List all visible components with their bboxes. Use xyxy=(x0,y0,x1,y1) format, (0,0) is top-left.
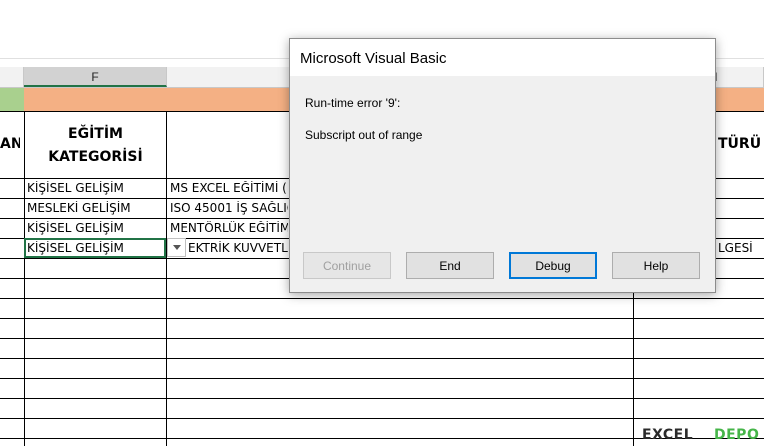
green-band-cell xyxy=(0,88,24,111)
column-header-e[interactable] xyxy=(0,67,24,87)
watermark-part1: EXCEL xyxy=(642,427,694,443)
cell-training[interactable]: EKTRİK KUVVETLİ xyxy=(188,241,288,255)
continue-button[interactable]: Continue xyxy=(303,252,391,279)
watermark-logo: EXCEL DEPO xyxy=(636,425,764,446)
grid-hline xyxy=(0,398,764,399)
cell-training[interactable]: MENTÖRLÜK EĞİTİM xyxy=(170,221,288,235)
cell-category[interactable]: KİŞİSEL GELİŞİM xyxy=(27,181,165,195)
error-message-text: Subscript out of range xyxy=(305,128,423,142)
cell-category[interactable]: MESLEKİ GELİŞİM xyxy=(27,201,165,215)
cell-training[interactable]: ISO 45001 İŞ SAĞLIĞ xyxy=(170,201,288,215)
error-code-text: Run-time error '9': xyxy=(305,96,401,110)
help-button[interactable]: Help xyxy=(612,252,700,279)
grid-hline xyxy=(0,298,764,299)
vba-error-dialog: Microsoft Visual Basic Run-time error '9… xyxy=(289,38,716,293)
header-cell-category-line1[interactable]: EĞİTİM xyxy=(25,122,166,146)
grid-hline xyxy=(0,418,764,419)
dialog-title: Microsoft Visual Basic xyxy=(300,50,447,67)
header-cell-partial-left[interactable]: ANI xyxy=(0,132,20,156)
dialog-title-bar[interactable]: Microsoft Visual Basic xyxy=(290,39,715,76)
header-cell-partial-right[interactable]: TÜRÜ xyxy=(718,132,764,156)
chevron-down-icon xyxy=(172,245,181,250)
grid-hline xyxy=(0,338,764,339)
header-cell-category-line2[interactable]: KATEGORİSİ xyxy=(25,145,166,169)
cell-category[interactable]: KİŞİSEL GELİŞİM xyxy=(27,221,165,235)
column-header-f[interactable]: F xyxy=(24,67,167,87)
debug-button[interactable]: Debug xyxy=(509,252,597,279)
active-cell-selection xyxy=(24,238,166,258)
dropdown-arrow-button[interactable] xyxy=(167,238,186,257)
grid-hline xyxy=(0,358,764,359)
grid-hline xyxy=(0,378,764,379)
grid-hline xyxy=(0,318,764,319)
end-button[interactable]: End xyxy=(406,252,494,279)
cell-training[interactable]: MS EXCEL EĞİTİMİ (İ xyxy=(170,181,288,195)
watermark-part2: DEPO xyxy=(714,427,760,443)
cell-training-type[interactable]: LGESİ xyxy=(718,241,764,255)
